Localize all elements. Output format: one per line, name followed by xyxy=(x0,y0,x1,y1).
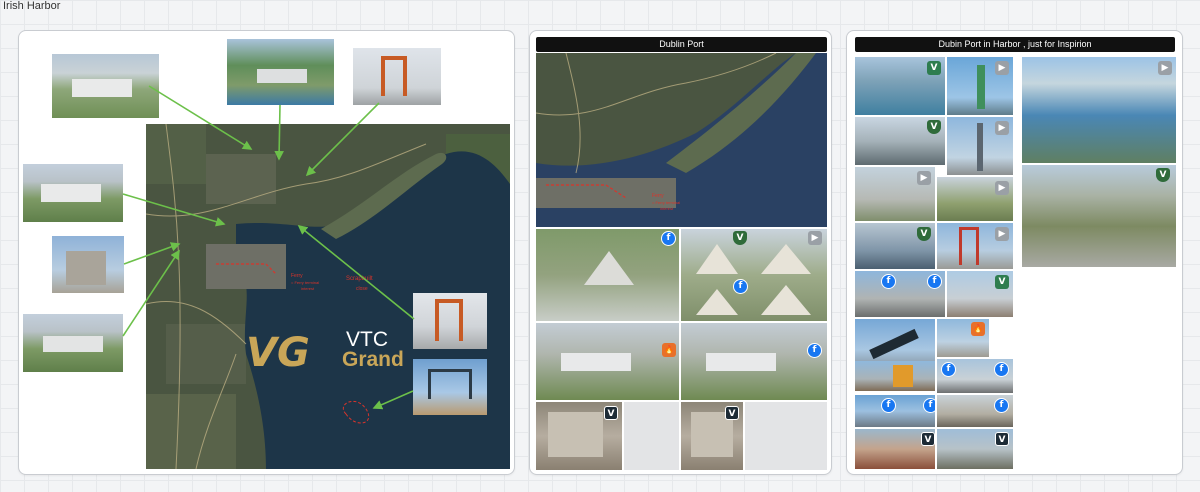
frame-dublin-port[interactable]: Dublin Port Ferry = Ferry terminal inter… xyxy=(529,30,832,475)
warehouse-roof-photo-1[interactable]: V xyxy=(536,402,622,470)
facebook-icon[interactable]: f xyxy=(881,398,896,413)
warehouse-photo-4[interactable]: f xyxy=(681,323,827,400)
inspiration-photo-crane-tall[interactable]: ▶ xyxy=(947,117,1013,175)
play-icon[interactable]: ▶ xyxy=(995,61,1009,75)
play-icon[interactable]: ▶ xyxy=(995,227,1009,241)
facebook-icon[interactable]: f xyxy=(881,274,896,289)
inspiration-photo-coast-1[interactable]: V xyxy=(855,429,935,469)
vtc-icon[interactable]: V xyxy=(995,432,1009,446)
connector-arrows xyxy=(122,85,415,410)
inspiration-photo-warehouse-blue[interactable]: V xyxy=(855,223,935,269)
warehouse-photo-2[interactable]: V ▶ f xyxy=(681,229,827,321)
inspiration-photo-terminal[interactable]: V xyxy=(855,117,945,165)
play-icon[interactable]: ▶ xyxy=(995,121,1009,135)
facebook-icon[interactable]: f xyxy=(994,398,1009,413)
inspiration-photo-red-crane[interactable]: ▶ xyxy=(937,223,1013,269)
vtc-icon[interactable]: V xyxy=(725,406,739,420)
warehouse-photo-1[interactable]: f xyxy=(536,229,679,321)
inspiration-photo-coast-2[interactable]: V xyxy=(937,429,1013,469)
inspiration-photo-crane-small[interactable]: 🔥 xyxy=(937,319,989,357)
play-icon[interactable]: ▶ xyxy=(995,181,1009,195)
frame-harbor-map[interactable]: Ferry = Ferry terminal interest Scrapbui… xyxy=(18,30,515,475)
image-placeholder-1 xyxy=(624,402,679,470)
leaf-icon[interactable]: V xyxy=(995,275,1009,289)
shield-icon[interactable]: V xyxy=(733,231,747,245)
facebook-icon[interactable]: f xyxy=(994,362,1009,377)
inspiration-photo-ships[interactable]: f f xyxy=(855,395,935,427)
vtc-icon[interactable]: V xyxy=(921,432,935,446)
flame-icon[interactable]: 🔥 xyxy=(971,322,985,336)
play-icon[interactable]: ▶ xyxy=(808,231,822,245)
warehouse-photo-3[interactable]: 🔥 xyxy=(536,323,679,400)
facebook-icon[interactable]: f xyxy=(923,398,935,413)
facebook-icon[interactable]: f xyxy=(941,362,956,377)
dublin-port-map[interactable]: Ferry = Ferry terminal interest xyxy=(536,53,827,227)
facebook-icon[interactable]: f xyxy=(927,274,942,289)
play-icon[interactable]: ▶ xyxy=(917,171,931,185)
zoom-annotation-ferry-terminal-2: interest xyxy=(660,206,674,211)
inspiration-photo-crane-green[interactable]: ▶ xyxy=(947,57,1013,115)
zoom-annotation-ferry: Ferry xyxy=(652,193,664,199)
facebook-icon[interactable]: f xyxy=(661,231,676,246)
flame-icon[interactable]: 🔥 xyxy=(662,343,676,357)
shield-icon[interactable]: V xyxy=(917,227,931,241)
frame-inspiration[interactable]: Dubin Port in Harbor , just for Inspirio… xyxy=(846,30,1183,475)
facebook-icon[interactable]: f xyxy=(733,279,748,294)
inspiration-header: Dubin Port in Harbor , just for Inspirio… xyxy=(855,37,1175,52)
shield-icon[interactable]: V xyxy=(927,120,941,134)
inspiration-photo-radar[interactable]: f xyxy=(937,395,1013,427)
inspiration-photo-silo-1[interactable]: ▶ xyxy=(855,167,935,221)
inspiration-photo-cranes-row[interactable]: f f xyxy=(937,359,1013,393)
zoom-annotation-ferry-terminal: = Ferry terminal xyxy=(652,200,680,205)
inspiration-photo-port-1[interactable]: V xyxy=(855,57,945,115)
board-title: Irish Harbor xyxy=(3,0,61,12)
vtc-icon[interactable]: V xyxy=(604,406,618,420)
inspiration-photo-depot[interactable]: V xyxy=(947,271,1013,317)
inspiration-photo-quarry[interactable]: V xyxy=(1022,165,1176,267)
facebook-icon[interactable]: f xyxy=(807,343,822,358)
image-placeholder-2 xyxy=(745,402,827,470)
shield-icon[interactable]: V xyxy=(1156,168,1170,182)
play-icon[interactable]: ▶ xyxy=(1158,61,1172,75)
leaf-icon[interactable]: V xyxy=(927,61,941,75)
dublin-port-header: Dublin Port xyxy=(536,37,827,52)
inspiration-photo-industrial[interactable]: ▶ xyxy=(937,177,1013,221)
inspiration-photo-truck[interactable] xyxy=(855,361,935,391)
warehouse-roof-photo-2[interactable]: V xyxy=(681,402,743,470)
inspiration-photo-port-aerial[interactable]: ▶ xyxy=(1022,57,1176,163)
inspiration-photo-cement-plant[interactable]: f f xyxy=(855,271,945,317)
